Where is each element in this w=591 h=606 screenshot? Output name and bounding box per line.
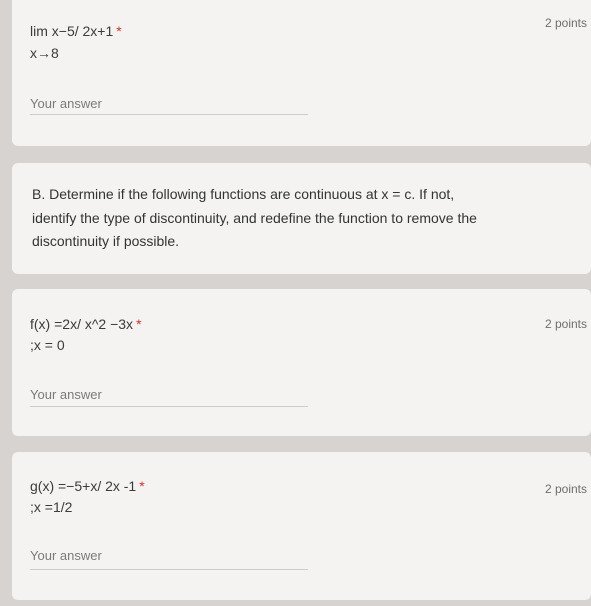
points-label: 2 points — [544, 482, 587, 496]
question-subtext: x→8 — [30, 45, 59, 61]
question-title: lim x−5/ 2x+1 * — [30, 21, 122, 41]
question-card: lim x−5/ 2x+1 * x→8 2 points Your answer — [12, 0, 591, 146]
section-description: B. Determine if the following functions … — [32, 186, 477, 249]
answer-underline — [30, 406, 308, 407]
question-subtext: ;x =1/2 — [30, 499, 73, 515]
answer-input[interactable]: Your answer — [30, 96, 102, 111]
points-label: 2 points — [544, 317, 587, 331]
required-asterisk: * — [116, 23, 122, 39]
question-card: f(x) =2x/ x^2 −3x * ;x = 0 2 points Your … — [12, 289, 591, 436]
answer-input[interactable]: Your answer — [30, 387, 102, 402]
question-card: g(x) =−5+x/ 2x -1 * ;x =1/2 2 points Your… — [12, 452, 591, 600]
question-text: g(x) =−5+x/ 2x -1 — [30, 478, 137, 494]
points-label: 2 points — [544, 16, 587, 30]
required-asterisk: * — [136, 316, 142, 332]
answer-underline — [30, 569, 308, 570]
answer-underline — [30, 114, 308, 115]
question-title: g(x) =−5+x/ 2x -1 * — [30, 476, 145, 496]
required-asterisk: * — [139, 478, 145, 494]
answer-input[interactable]: Your answer — [30, 548, 102, 563]
question-text: f(x) =2x/ x^2 −3x — [30, 316, 134, 332]
question-subtext: ;x = 0 — [30, 337, 65, 353]
question-title: f(x) =2x/ x^2 −3x * — [30, 314, 142, 334]
section-card: B. Determine if the following functions … — [12, 163, 591, 274]
question-text: lim x−5/ 2x+1 — [30, 23, 114, 39]
